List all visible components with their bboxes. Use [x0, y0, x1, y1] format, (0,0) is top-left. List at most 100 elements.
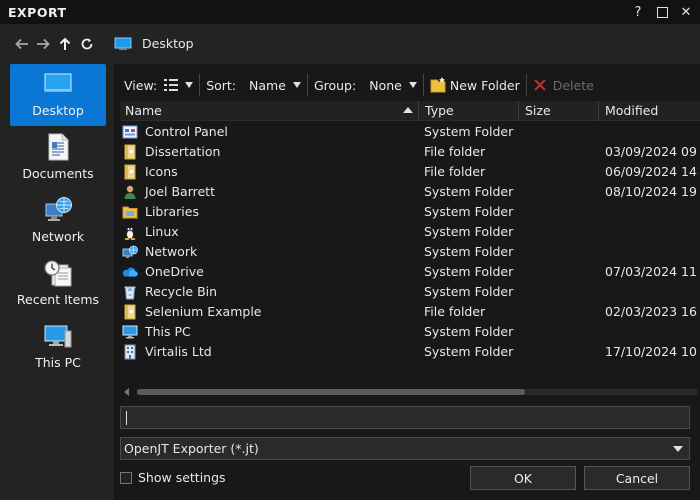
- column-divider[interactable]: [518, 101, 519, 121]
- title-bar: EXPORT ? ✕: [0, 0, 700, 24]
- table-row[interactable]: Libraries System Folder: [120, 202, 700, 222]
- file-folder-icon: [122, 304, 138, 320]
- forward-arrow-icon: [37, 38, 50, 50]
- filename-input[interactable]: [121, 407, 689, 428]
- this-pc-icon: [122, 324, 138, 340]
- recent-items-icon: [43, 259, 73, 287]
- this-pc-icon: [43, 322, 73, 350]
- filename-field[interactable]: [120, 406, 690, 429]
- column-divider[interactable]: [598, 101, 599, 121]
- delete-button[interactable]: Delete: [527, 73, 600, 97]
- scroll-left-icon[interactable]: [124, 388, 129, 396]
- show-settings-label: Show settings: [138, 470, 226, 485]
- table-row[interactable]: Dissertation File folder 03/09/2024 09: [120, 142, 700, 162]
- show-settings-checkbox[interactable]: [120, 471, 132, 484]
- table-row[interactable]: Icons File folder 06/09/2024 14: [120, 162, 700, 182]
- table-row[interactable]: This PC System Folder: [120, 322, 700, 342]
- group-value: None: [369, 77, 402, 93]
- forward-button[interactable]: [35, 36, 51, 52]
- table-row[interactable]: Selenium Example File folder 02/03/2023 16: [120, 302, 700, 322]
- sidebar-item-recent-items[interactable]: Recent Items: [10, 253, 106, 315]
- table-row[interactable]: OneDrive System Folder 07/03/2024 11: [120, 262, 700, 282]
- view-control[interactable]: View:: [114, 73, 199, 97]
- file-type: System Folder: [424, 244, 514, 259]
- delete-label: Delete: [552, 77, 594, 93]
- group-label: Group:: [313, 77, 357, 93]
- new-folder-button[interactable]: New Folder: [424, 73, 526, 97]
- building-icon: [122, 344, 138, 360]
- file-modified: 03/09/2024 09: [605, 144, 697, 159]
- chevron-down-icon: [408, 82, 417, 88]
- view-label: View:: [124, 77, 158, 93]
- places-sidebar: Desktop Documents Network Recent Items T…: [0, 64, 114, 500]
- file-type: System Folder: [424, 324, 514, 339]
- column-header-modified[interactable]: Modified: [605, 103, 658, 118]
- sidebar-item-this-pc[interactable]: This PC: [10, 316, 106, 378]
- sort-label: Sort:: [206, 77, 237, 93]
- documents-icon: [43, 133, 73, 161]
- ok-button[interactable]: OK: [470, 466, 576, 490]
- maximize-button[interactable]: [656, 5, 668, 19]
- list-view-icon: [164, 79, 179, 91]
- column-header-size[interactable]: Size: [525, 103, 551, 118]
- column-header-name[interactable]: Name: [125, 103, 162, 118]
- cancel-button[interactable]: Cancel: [584, 466, 690, 490]
- horizontal-scrollbar[interactable]: [120, 386, 700, 398]
- recycle-bin-icon: [122, 284, 138, 300]
- desktop-icon: [43, 70, 73, 98]
- file-name: Recycle Bin: [145, 284, 218, 299]
- file-name: Network: [145, 244, 198, 259]
- scrollbar-thumb[interactable]: [137, 389, 525, 395]
- file-list-header: Name Type Size Modified: [120, 101, 700, 121]
- table-row[interactable]: Virtalis Ltd System Folder 17/10/2024 10: [120, 342, 700, 362]
- file-name: Virtalis Ltd: [145, 344, 212, 359]
- refresh-icon: [81, 38, 93, 50]
- toolbar: View: Sort: Name Group: None New Folder …: [114, 70, 700, 100]
- user-icon: [122, 184, 138, 200]
- file-type-select[interactable]: OpenJT Exporter (*.jt): [120, 437, 690, 460]
- table-row[interactable]: Linux System Folder: [120, 222, 700, 242]
- window-controls: ? ✕: [632, 0, 692, 24]
- control-panel-icon: [122, 124, 138, 140]
- file-type: System Folder: [424, 284, 514, 299]
- file-modified: 17/10/2024 10: [605, 344, 697, 359]
- file-type: System Folder: [424, 224, 514, 239]
- back-button[interactable]: [14, 36, 30, 52]
- table-row[interactable]: Recycle Bin System Folder: [120, 282, 700, 302]
- breadcrumb[interactable]: Desktop: [114, 36, 194, 51]
- table-row[interactable]: Control Panel System Folder: [120, 122, 700, 142]
- chevron-down-icon: [292, 82, 301, 88]
- close-button[interactable]: ✕: [680, 5, 692, 20]
- show-settings-option[interactable]: Show settings: [120, 470, 226, 485]
- file-folder-icon: [122, 164, 138, 180]
- sort-ascending-icon: [403, 107, 413, 113]
- file-browser-panel: View: Sort: Name Group: None New Folder …: [114, 64, 700, 500]
- file-type: System Folder: [424, 204, 514, 219]
- delete-icon: [533, 79, 546, 91]
- column-header-type[interactable]: Type: [425, 103, 454, 118]
- refresh-button[interactable]: [79, 36, 95, 52]
- chevron-down-icon: [185, 82, 194, 88]
- file-type-selected: OpenJT Exporter (*.jt): [124, 441, 259, 456]
- file-type: System Folder: [424, 184, 514, 199]
- onedrive-icon: [122, 264, 138, 280]
- file-type: File folder: [424, 144, 486, 159]
- file-name: This PC: [145, 324, 191, 339]
- sort-control[interactable]: Sort: Name: [200, 73, 307, 97]
- table-row[interactable]: Network System Folder: [120, 242, 700, 262]
- file-name: Selenium Example: [145, 304, 262, 319]
- libraries-icon: [122, 204, 138, 220]
- help-button[interactable]: ?: [632, 5, 644, 20]
- sidebar-item-documents[interactable]: Documents: [10, 127, 106, 189]
- up-button[interactable]: [57, 36, 73, 52]
- file-type: File folder: [424, 304, 486, 319]
- sidebar-item-label: Network: [31, 229, 85, 244]
- file-list[interactable]: Name Type Size Modified Control Panel Sys…: [120, 101, 700, 394]
- breadcrumb-location: Desktop: [142, 36, 194, 51]
- sidebar-item-network[interactable]: Network: [10, 190, 106, 252]
- column-divider[interactable]: [418, 101, 419, 121]
- table-row[interactable]: Joel Barrett System Folder 08/10/2024 19: [120, 182, 700, 202]
- new-folder-label: New Folder: [449, 77, 520, 93]
- group-control[interactable]: Group: None: [308, 73, 423, 97]
- sidebar-item-desktop[interactable]: Desktop: [10, 64, 106, 126]
